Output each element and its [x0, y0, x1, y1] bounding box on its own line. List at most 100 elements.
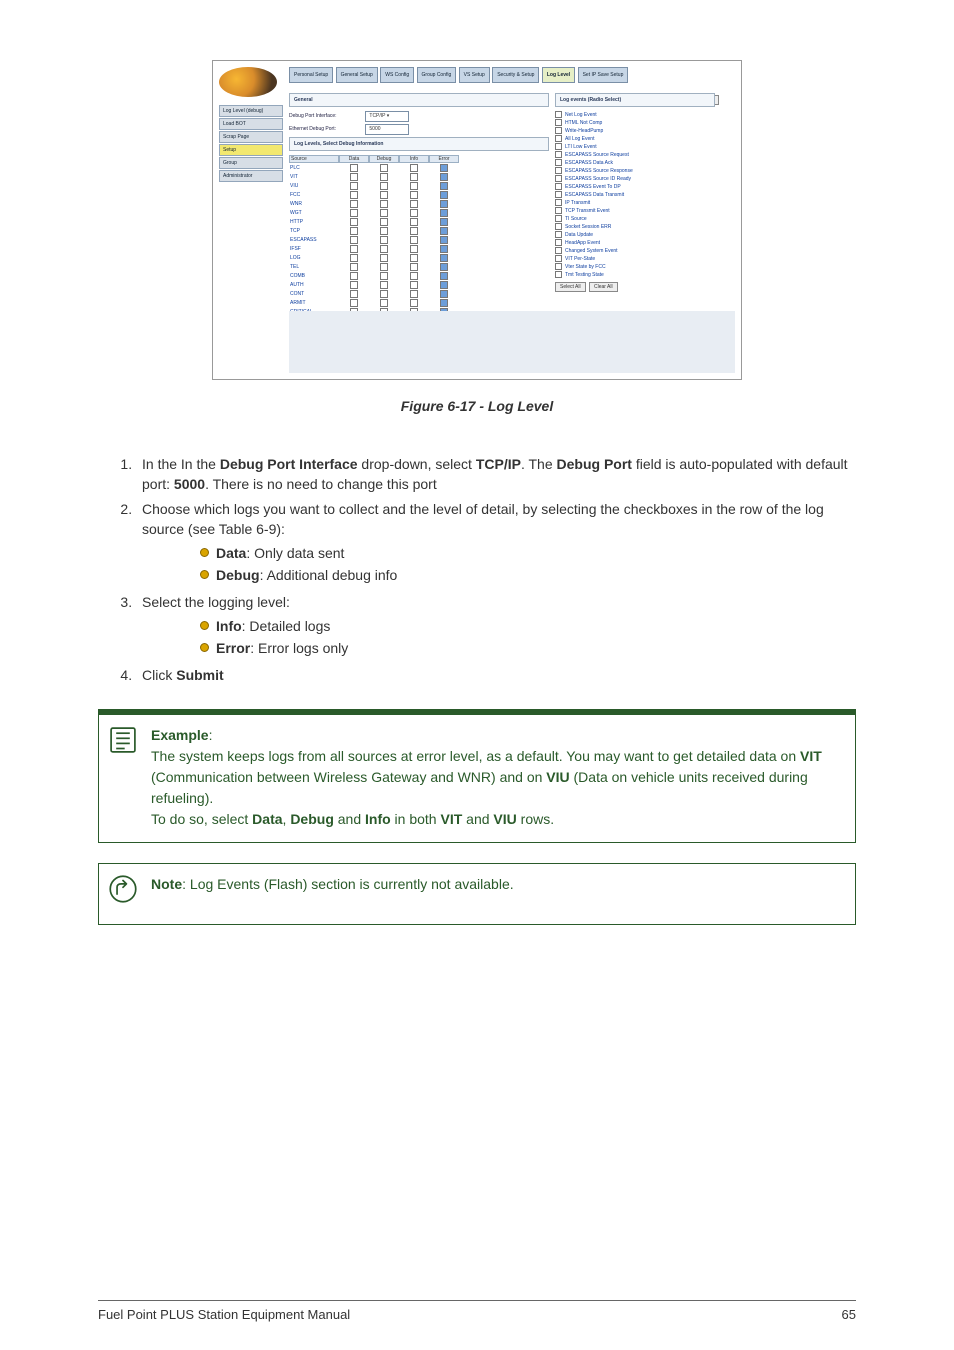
log-checkbox[interactable]: [429, 209, 459, 217]
log-checkbox[interactable]: [399, 173, 429, 181]
tab-item[interactable]: Personal Setup: [289, 67, 333, 83]
event-item[interactable]: TCP Transmit Event: [555, 207, 715, 214]
log-checkbox[interactable]: [399, 227, 429, 235]
log-checkbox[interactable]: [339, 182, 369, 190]
tab-item-active[interactable]: Log Level: [542, 67, 575, 83]
log-checkbox[interactable]: [369, 281, 399, 289]
log-checkbox[interactable]: [339, 236, 369, 244]
event-item[interactable]: Net Log Event: [555, 111, 715, 118]
log-checkbox[interactable]: [369, 263, 399, 271]
log-checkbox[interactable]: [429, 200, 459, 208]
event-item[interactable]: Data Update: [555, 231, 715, 238]
tab-item[interactable]: VS Setup: [459, 67, 490, 83]
sidebar-item[interactable]: Group: [219, 157, 283, 169]
log-checkbox[interactable]: [369, 272, 399, 280]
clear-all-button[interactable]: Clear All: [589, 282, 618, 292]
log-checkbox[interactable]: [339, 227, 369, 235]
log-checkbox[interactable]: [339, 191, 369, 199]
sidebar-item[interactable]: Scrap Page: [219, 131, 283, 143]
log-checkbox[interactable]: [339, 272, 369, 280]
log-checkbox[interactable]: [369, 218, 399, 226]
log-checkbox[interactable]: [399, 263, 429, 271]
log-checkbox[interactable]: [339, 164, 369, 172]
select-all-button[interactable]: Select All: [555, 282, 586, 292]
sidebar-item[interactable]: Setup: [219, 144, 283, 156]
log-checkbox[interactable]: [369, 254, 399, 262]
event-item[interactable]: Socket Session ERR: [555, 223, 715, 230]
tab-item[interactable]: Group Config: [417, 67, 457, 83]
event-item[interactable]: Changed System Event: [555, 247, 715, 254]
debug-interface-select[interactable]: TCP/IP ▾: [365, 111, 409, 122]
tab-item[interactable]: Set IP Save Setup: [578, 67, 629, 83]
log-checkbox[interactable]: [399, 182, 429, 190]
log-checkbox[interactable]: [369, 290, 399, 298]
log-checkbox[interactable]: [369, 191, 399, 199]
event-item[interactable]: Write-HeadPump: [555, 127, 715, 134]
log-checkbox[interactable]: [399, 218, 429, 226]
log-checkbox[interactable]: [399, 200, 429, 208]
log-checkbox[interactable]: [369, 164, 399, 172]
tab-item[interactable]: General Setup: [336, 67, 378, 83]
log-checkbox[interactable]: [369, 200, 399, 208]
log-checkbox[interactable]: [369, 209, 399, 217]
event-item[interactable]: VIT Per-State: [555, 255, 715, 262]
log-checkbox[interactable]: [399, 245, 429, 253]
log-checkbox[interactable]: [429, 254, 459, 262]
log-checkbox[interactable]: [339, 254, 369, 262]
log-checkbox[interactable]: [429, 299, 459, 307]
event-item[interactable]: HeadApp Event: [555, 239, 715, 246]
log-checkbox[interactable]: [339, 173, 369, 181]
log-checkbox[interactable]: [429, 182, 459, 190]
log-checkbox[interactable]: [369, 182, 399, 190]
event-item[interactable]: ESCAPASS Data Transmit: [555, 191, 715, 198]
log-checkbox[interactable]: [369, 236, 399, 244]
log-checkbox[interactable]: [429, 164, 459, 172]
log-checkbox[interactable]: [399, 209, 429, 217]
log-checkbox[interactable]: [399, 191, 429, 199]
log-checkbox[interactable]: [399, 236, 429, 244]
log-checkbox[interactable]: [339, 209, 369, 217]
event-item[interactable]: Vter State by FCC: [555, 263, 715, 270]
event-item[interactable]: ESCAPASS Event To DP: [555, 183, 715, 190]
log-checkbox[interactable]: [429, 281, 459, 289]
log-checkbox[interactable]: [429, 245, 459, 253]
log-checkbox[interactable]: [339, 290, 369, 298]
sidebar-item[interactable]: Administrator: [219, 170, 283, 182]
debug-port-field[interactable]: 5000: [365, 124, 409, 135]
log-checkbox[interactable]: [369, 299, 399, 307]
log-checkbox[interactable]: [429, 218, 459, 226]
event-item[interactable]: ESCAPASS Source ID Ready: [555, 175, 715, 182]
event-item[interactable]: TI Source: [555, 215, 715, 222]
log-checkbox[interactable]: [429, 263, 459, 271]
sidebar-item[interactable]: Load BOT: [219, 118, 283, 130]
tab-item[interactable]: WS Config: [380, 67, 414, 83]
event-item[interactable]: HTML Not Comp: [555, 119, 715, 126]
tab-item[interactable]: Security & Setup: [492, 67, 539, 83]
log-checkbox[interactable]: [429, 236, 459, 244]
log-checkbox[interactable]: [399, 254, 429, 262]
log-checkbox[interactable]: [339, 263, 369, 271]
event-item[interactable]: Tmt Testing State: [555, 271, 715, 278]
log-checkbox[interactable]: [399, 281, 429, 289]
event-item[interactable]: LTI Low Event: [555, 143, 715, 150]
log-checkbox[interactable]: [339, 200, 369, 208]
log-checkbox[interactable]: [339, 218, 369, 226]
log-checkbox[interactable]: [429, 290, 459, 298]
log-checkbox[interactable]: [429, 227, 459, 235]
log-checkbox[interactable]: [369, 245, 399, 253]
event-item[interactable]: ESCAPASS Data Ack: [555, 159, 715, 166]
log-checkbox[interactable]: [399, 272, 429, 280]
log-checkbox[interactable]: [369, 227, 399, 235]
log-checkbox[interactable]: [429, 191, 459, 199]
event-item[interactable]: IP Transmit: [555, 199, 715, 206]
log-checkbox[interactable]: [399, 299, 429, 307]
log-checkbox[interactable]: [399, 290, 429, 298]
event-item[interactable]: ESCAPASS Source Request: [555, 151, 715, 158]
event-item[interactable]: All Log Event: [555, 135, 715, 142]
log-checkbox[interactable]: [369, 173, 399, 181]
event-item[interactable]: ESCAPASS Source Response: [555, 167, 715, 174]
log-checkbox[interactable]: [339, 245, 369, 253]
log-checkbox[interactable]: [339, 281, 369, 289]
log-checkbox[interactable]: [429, 272, 459, 280]
log-checkbox[interactable]: [429, 173, 459, 181]
